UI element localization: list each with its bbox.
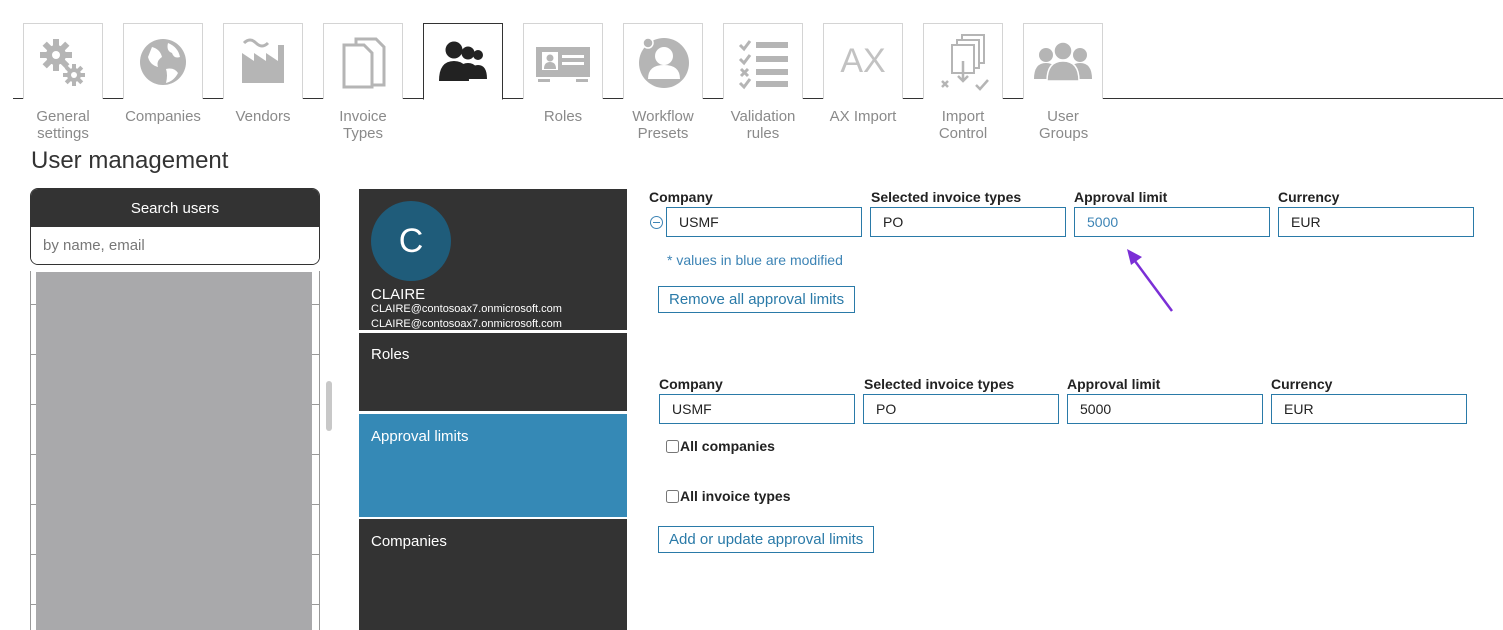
all-companies-option[interactable]: All companies <box>666 438 775 454</box>
all-invoice-types-option[interactable]: All invoice types <box>666 488 790 504</box>
globe-icon <box>140 38 186 85</box>
tab-label-validation-rules[interactable]: Validation rules <box>713 108 813 142</box>
existing-company-field[interactable]: USMF <box>666 207 862 237</box>
tab-label-import-control[interactable]: Import Control <box>913 108 1013 142</box>
tab-label-ax-import[interactable]: AX Import <box>813 108 913 125</box>
ax-icon-text: AX <box>840 42 885 80</box>
all-invoice-types-checkbox[interactable] <box>666 489 679 503</box>
new-approval-limit-field[interactable]: 5000 <box>1067 394 1263 424</box>
new-company-field[interactable]: USMF <box>659 394 855 424</box>
add-update-approval-limits-button[interactable]: Add or update approval limits <box>658 526 875 553</box>
annotation-arrow-icon <box>1127 249 1174 312</box>
user-email: CLAIRE@contosoax7.onmicrosoft.com <box>371 303 562 315</box>
tab-roles[interactable] <box>523 23 603 99</box>
tab-users[interactable] <box>423 23 503 100</box>
tab-workflow-presets[interactable] <box>623 23 703 99</box>
new-invoice-types-field[interactable]: PO <box>863 394 1059 424</box>
user-list-scrollbar[interactable] <box>326 381 332 431</box>
new-invoice-types-label: Selected invoice types <box>864 376 1015 392</box>
avatar: C <box>371 201 451 281</box>
tab-user-groups[interactable] <box>1023 23 1103 99</box>
tab-label-workflow-presets[interactable]: Workflow Presets <box>613 108 713 142</box>
search-panel: Search users <box>30 188 320 265</box>
new-currency-field[interactable]: EUR <box>1271 394 1467 424</box>
search-input[interactable] <box>31 227 319 264</box>
id-card-icon <box>536 46 590 82</box>
remove-all-approval-limits-button[interactable]: Remove all approval limits <box>658 286 856 313</box>
existing-invoice-types-field[interactable]: PO <box>870 207 1066 237</box>
tab-ax-import[interactable]: AX <box>823 23 903 99</box>
search-header: Search users <box>31 189 319 227</box>
checklist-icon <box>738 39 788 89</box>
modified-note: * values in blue are modified <box>667 252 843 268</box>
user-list[interactable] <box>30 271 320 630</box>
new-currency-label: Currency <box>1271 376 1333 392</box>
nav-approval-limits[interactable]: Approval limits <box>359 414 627 517</box>
tab-label-roles[interactable]: Roles <box>513 108 613 125</box>
company-label: Company <box>649 189 713 205</box>
all-invoice-types-label: All invoice types <box>680 488 791 504</box>
tab-label-vendors[interactable]: Vendors <box>213 108 313 125</box>
page-title: User management <box>31 147 229 174</box>
tab-companies[interactable] <box>123 23 203 99</box>
factory-icon <box>242 38 284 83</box>
ax-text-icon: AX <box>840 42 885 80</box>
existing-approval-limit-field[interactable]: 5000 <box>1074 207 1270 237</box>
currency-label: Currency <box>1278 189 1340 205</box>
tab-label-invoice-types[interactable]: Invoice Types <box>313 108 413 142</box>
tab-import-control[interactable] <box>923 23 1003 99</box>
tab-general-settings[interactable] <box>23 23 103 99</box>
tab-invoice-types[interactable] <box>323 23 403 99</box>
approval-limit-label: Approval limit <box>1074 189 1168 205</box>
user-email-secondary: CLAIRE@contosoax7.onmicrosoft.com <box>371 318 562 330</box>
all-companies-checkbox[interactable] <box>666 439 679 453</box>
user-name: CLAIRE <box>371 286 426 303</box>
invoice-types-label: Selected invoice types <box>871 189 1022 205</box>
new-approval-limit-label: Approval limit <box>1067 376 1161 392</box>
tab-validation-rules[interactable] <box>723 23 803 99</box>
users-icon <box>439 41 487 81</box>
user-profile-card: C CLAIRE CLAIRE@contosoax7.onmicrosoft.c… <box>359 189 627 330</box>
documents-icon <box>342 37 386 88</box>
tab-label-user-groups[interactable]: User Groups <box>1013 108 1113 142</box>
gears-icon <box>40 38 85 86</box>
all-companies-label: All companies <box>680 438 775 454</box>
nav-roles[interactable]: Roles <box>359 333 627 411</box>
existing-currency-field[interactable]: EUR <box>1278 207 1474 237</box>
tab-vendors[interactable] <box>223 23 303 99</box>
new-company-label: Company <box>659 376 723 392</box>
user-badge-icon <box>639 36 689 88</box>
user-group-icon <box>1034 40 1092 82</box>
import-control-icon <box>941 33 989 91</box>
tab-label-companies[interactable]: Companies <box>113 108 213 125</box>
tab-label-general-settings[interactable]: General settings <box>13 108 113 142</box>
redacted-user-list <box>36 272 312 630</box>
remove-limit-icon[interactable] <box>650 216 663 229</box>
nav-companies[interactable]: Companies <box>359 519 627 630</box>
